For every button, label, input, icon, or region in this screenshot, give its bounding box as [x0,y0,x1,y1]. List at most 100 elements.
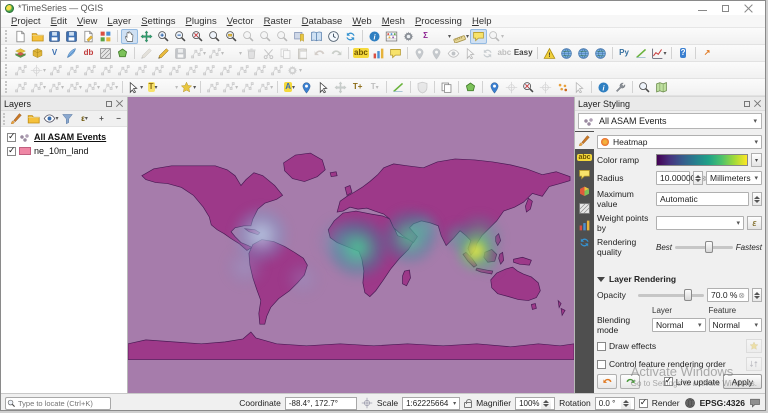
color-ramp-menu-button[interactable]: ▾ [751,153,762,167]
lock-scale-icon[interactable] [464,402,472,408]
menu-mesh[interactable]: Mesh [377,16,410,27]
rendering-quality-slider[interactable] [675,241,733,253]
new-geopackage-icon[interactable] [29,46,46,61]
modify-attributes-icon[interactable]: ▾ [225,46,243,61]
trace-bearing-icon[interactable] [81,63,98,78]
show-bookmarks-icon[interactable] [308,29,325,44]
close-icon[interactable] [744,4,753,13]
measure-icon[interactable]: ▾ [452,29,470,44]
extents-icon[interactable] [361,397,373,409]
menu-project[interactable]: Project [6,16,46,27]
frame-tool-icon[interactable]: ▾ [256,80,274,95]
redo-style-button[interactable] [620,374,640,389]
toggle-editing-icon[interactable] [155,46,172,61]
radius-stepper[interactable] [693,171,703,185]
perpendicular-line-icon[interactable] [149,63,166,78]
offset-curve-icon[interactable] [183,63,200,78]
zoom-native-icon[interactable] [240,29,257,44]
identify-features-icon[interactable] [366,29,383,44]
layer-rendering-header[interactable]: Layer Rendering [597,274,762,284]
pin-feature-icon[interactable] [486,80,503,95]
open-styling-panel-icon[interactable] [8,111,25,126]
close-panel-icon[interactable] [754,100,762,108]
renderer-combo[interactable]: Heatmap ▾ [597,135,762,149]
quickmap-services-icon[interactable] [558,46,575,61]
tab-mask[interactable] [575,200,594,217]
pan-map-icon[interactable] [121,29,138,44]
new-spatialite-icon[interactable] [63,46,80,61]
locator-input[interactable] [5,397,111,410]
menu-database[interactable]: Database [297,16,348,27]
current-edits-icon[interactable] [138,46,155,61]
tab-callouts[interactable] [575,166,594,183]
undock-panel-icon[interactable] [743,100,751,108]
collapse-all-icon[interactable]: − [110,111,127,126]
geometry-checker-icon[interactable] [462,80,479,95]
messages-icon[interactable] [749,397,761,409]
new-bookmark-icon[interactable] [291,29,308,44]
enable-advanced-digitizing-icon[interactable] [12,63,29,78]
refresh-map-icon[interactable] [342,29,359,44]
add-group-icon[interactable] [25,111,42,126]
new-shapefile-icon[interactable]: V [46,46,63,61]
tab-symbology[interactable] [575,132,594,149]
layer-selector-combo[interactable]: All ASAM Events ▾ [578,113,762,129]
globe-plugin-icon[interactable] [592,46,609,61]
zoom-next-icon[interactable] [274,29,291,44]
new-mssql-icon[interactable]: db [80,46,97,61]
launch-plugin-icon[interactable]: ↗ [699,46,716,61]
undo-icon[interactable] [311,46,328,61]
crs-globe-icon[interactable] [684,397,696,409]
attribute-table-icon[interactable] [383,29,400,44]
trim-extend-icon[interactable] [234,63,251,78]
rotation-stepper[interactable] [621,398,631,409]
crosshair-tool-icon[interactable] [503,80,520,95]
data-plot-icon[interactable]: ▾ [650,46,668,61]
layer-blend-combo[interactable]: Normal ▾ [652,318,706,332]
duplicate-view-icon[interactable] [438,80,455,95]
rectangle-tool-icon[interactable]: ▾ [83,80,101,95]
zoom-last-icon[interactable] [257,29,274,44]
change-label-icon[interactable]: abc [496,46,513,61]
zoom-to-selection-icon[interactable] [206,29,223,44]
magnifier-input[interactable]: 100% [515,397,555,410]
offset-label-icon[interactable] [332,80,349,95]
clear-icon[interactable]: ⊗ [738,291,745,300]
feature-order-checkbox[interactable] [597,360,606,369]
circular-string-icon[interactable] [12,80,29,95]
layer-labeling-icon[interactable]: abc [352,46,370,61]
slope-tool-icon[interactable] [390,80,407,95]
zoom-in-icon[interactable] [155,29,172,44]
filter-expression-icon[interactable]: ε▾ [76,111,93,126]
layer-item-all-asam-events[interactable]: All ASAM Events [7,130,127,144]
layer-info-icon[interactable] [595,80,612,95]
filter-legend-icon[interactable] [59,111,76,126]
raster-tools-icon[interactable] [204,80,221,95]
cluster-tool-icon[interactable] [554,80,571,95]
snap-angle-icon[interactable] [98,63,115,78]
effects-options-button[interactable] [746,339,762,353]
live-update-checkbox[interactable] [664,377,673,386]
extend-segment-icon[interactable] [200,63,217,78]
annotation-select-icon[interactable]: ▾ [126,80,144,95]
radius-unit-combo[interactable]: Millimeters ▾ [706,171,762,185]
layout-manager-icon[interactable] [80,29,97,44]
minimize-icon[interactable] [698,4,707,13]
copy-features-icon[interactable] [277,46,294,61]
menu-web[interactable]: Web [347,16,376,27]
ellipse-tool-icon[interactable]: ▾ [65,80,83,95]
zoom-out-icon[interactable] [172,29,189,44]
apply-button[interactable]: Apply [723,374,762,389]
undock-panel-icon[interactable] [105,100,113,108]
crs-value[interactable]: EPSG:4326 [700,398,745,408]
undo-style-button[interactable] [597,374,617,389]
color-ramp-preview[interactable] [656,154,748,166]
text-format-icon[interactable]: T▾ [366,80,383,95]
label-callouts-icon[interactable] [387,46,404,61]
vertex-tool-icon[interactable]: ▾ [207,46,225,61]
render-checkbox[interactable] [639,399,648,408]
coordinate-input[interactable]: -88.4°, 172.7° [285,397,357,410]
redo-icon[interactable] [328,46,345,61]
unpin-labels-icon[interactable] [428,46,445,61]
statistics-icon[interactable]: Σ [417,29,434,44]
